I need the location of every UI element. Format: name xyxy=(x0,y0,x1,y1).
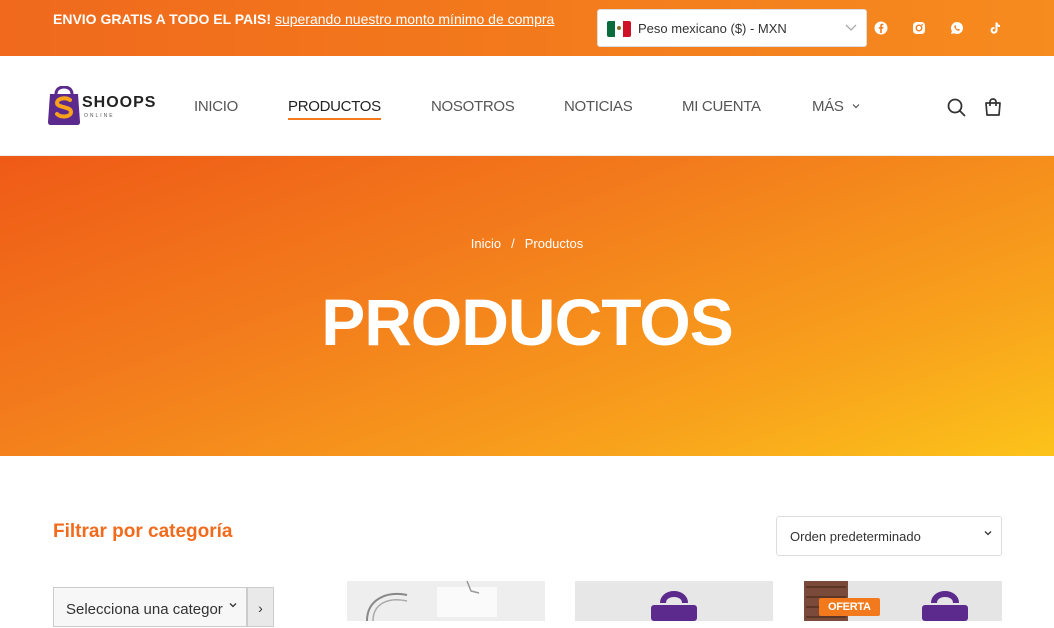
nav-item-productos[interactable]: PRODUCTOS xyxy=(288,98,381,115)
breadcrumb-current: Productos xyxy=(524,236,584,251)
category-select[interactable]: Selecciona una categoría xyxy=(53,587,247,627)
logo-text: SHOOPS xyxy=(82,94,157,111)
category-submit-button[interactable]: › xyxy=(247,587,274,627)
whatsapp-icon[interactable] xyxy=(947,18,967,38)
product-card-image[interactable] xyxy=(575,581,773,621)
sort-label: Orden predeterminado xyxy=(790,529,921,544)
instagram-icon[interactable] xyxy=(909,18,929,38)
breadcrumb-separator: / xyxy=(511,236,515,251)
facebook-icon[interactable] xyxy=(871,18,891,38)
chevron-down-icon xyxy=(853,104,860,109)
currency-selector[interactable]: Peso mexicano ($) - MXN xyxy=(597,9,867,47)
category-placeholder: Selecciona una categoría xyxy=(66,601,224,618)
sort-select[interactable]: Orden predeterminado xyxy=(776,516,1002,556)
site-logo[interactable]: SHOOPS ONLINE xyxy=(46,85,166,126)
nav-item-noticias[interactable]: NOTICIAS xyxy=(564,98,633,115)
nav-item-inicio[interactable]: INICIO xyxy=(194,98,238,115)
sale-badge: OFERTA xyxy=(819,598,880,616)
currency-label: Peso mexicano ($) - MXN xyxy=(638,21,787,36)
cart-icon[interactable] xyxy=(982,96,1004,118)
top-bar: ENVIO GRATIS A TODO EL PAIS! superando n… xyxy=(0,0,1054,56)
nav-item-nosotros[interactable]: NOSOTROS xyxy=(431,98,515,115)
product-photo xyxy=(575,581,773,621)
filter-title: Filtrar por categoría xyxy=(53,521,233,542)
promo-banner: ENVIO GRATIS A TODO EL PAIS! superando n… xyxy=(53,12,573,27)
page-hero: Inicio / Productos PRODUCTOS xyxy=(0,156,1054,456)
logo-subtext: ONLINE xyxy=(84,113,115,119)
promo-bold: ENVIO GRATIS A TODO EL PAIS! xyxy=(53,11,272,27)
chevron-down-icon xyxy=(228,600,238,613)
nav-item-mi-cuenta[interactable]: MI CUENTA xyxy=(682,98,761,115)
promo-link[interactable]: superando nuestro monto mínimo de compra xyxy=(275,11,554,27)
page-title: PRODUCTOS xyxy=(321,285,734,359)
nav-item-mas[interactable]: MÁS xyxy=(812,98,861,115)
product-photo xyxy=(347,581,545,621)
tiktok-icon[interactable] xyxy=(985,18,1005,38)
search-icon[interactable] xyxy=(945,96,967,118)
breadcrumb-home[interactable]: Inicio xyxy=(471,236,501,251)
site-header: SHOOPS ONLINE INICIO PRODUCTOS NOSOTROS … xyxy=(0,56,1054,156)
breadcrumb: Inicio / Productos xyxy=(0,236,1054,251)
product-card-image[interactable]: OFERTA xyxy=(804,581,1002,621)
chevron-down-icon xyxy=(844,20,858,37)
mexico-flag-icon xyxy=(607,21,631,37)
product-card-image[interactable] xyxy=(347,581,545,621)
chevron-down-icon xyxy=(983,528,993,541)
active-nav-underline xyxy=(288,118,381,120)
nav-item-mas-label: MÁS xyxy=(812,98,844,115)
shopping-bag-logo-icon xyxy=(48,85,80,125)
